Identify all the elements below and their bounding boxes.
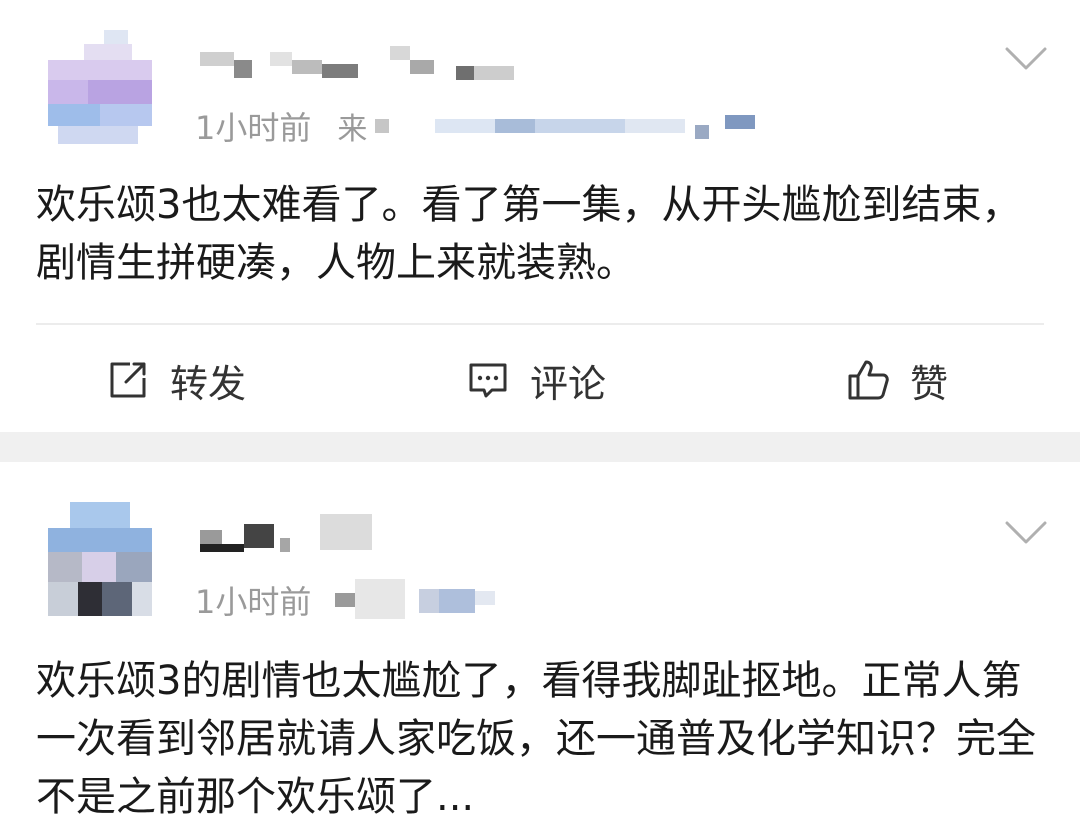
repost-button[interactable]: 转发 — [106, 352, 246, 408]
chevron-down-icon[interactable] — [1004, 44, 1048, 74]
comment-button[interactable]: 评论 — [466, 352, 606, 408]
avatar[interactable] — [48, 502, 152, 616]
comment-icon — [469, 363, 507, 398]
post-text[interactable]: 欢乐颂3的剧情也太尴尬了，看得我脚趾抠地。正常人第一次看到邻居就请人家吃饭，还一… — [36, 652, 1046, 826]
post-source-label: 来 — [337, 112, 368, 147]
like-label: 赞 — [910, 361, 949, 406]
post-source-blurred[interactable] — [335, 579, 525, 619]
repost-label: 转发 — [170, 361, 247, 406]
post-time: 1小时前 — [195, 583, 312, 621]
divider — [36, 323, 1044, 325]
share-icon — [110, 362, 146, 398]
thumbs-up-icon — [848, 360, 889, 400]
feed-separator — [0, 432, 1080, 462]
avatar[interactable] — [48, 30, 152, 144]
post-card[interactable]: 1小时前 来 欢乐颂3也太难看了。看了第一集，从开头尴尬到结束，剧情生拼硬凑，人… — [0, 0, 1080, 432]
action-bar: 转发 评论 赞 — [0, 330, 1080, 430]
username-blurred[interactable] — [200, 42, 530, 82]
post-text[interactable]: 欢乐颂3也太难看了。看了第一集，从开头尴尬到结束，剧情生拼硬凑，人物上来就装熟。 — [36, 176, 1046, 292]
username-blurred[interactable] — [200, 514, 380, 554]
post-meta: 1小时前 来 — [195, 106, 756, 147]
post-card[interactable]: 1小时前 欢乐颂3的剧情也太尴尬了，看得我脚趾抠地。正常人第一次看到邻居就请人家… — [0, 462, 1080, 838]
post-source-blurred[interactable] — [375, 111, 756, 141]
post-meta: 1小时前 — [195, 579, 525, 621]
chevron-down-icon[interactable] — [1004, 518, 1048, 548]
like-button[interactable]: 赞 — [846, 352, 948, 408]
comment-label: 评论 — [530, 361, 607, 406]
post-time: 1小时前 — [195, 109, 312, 147]
